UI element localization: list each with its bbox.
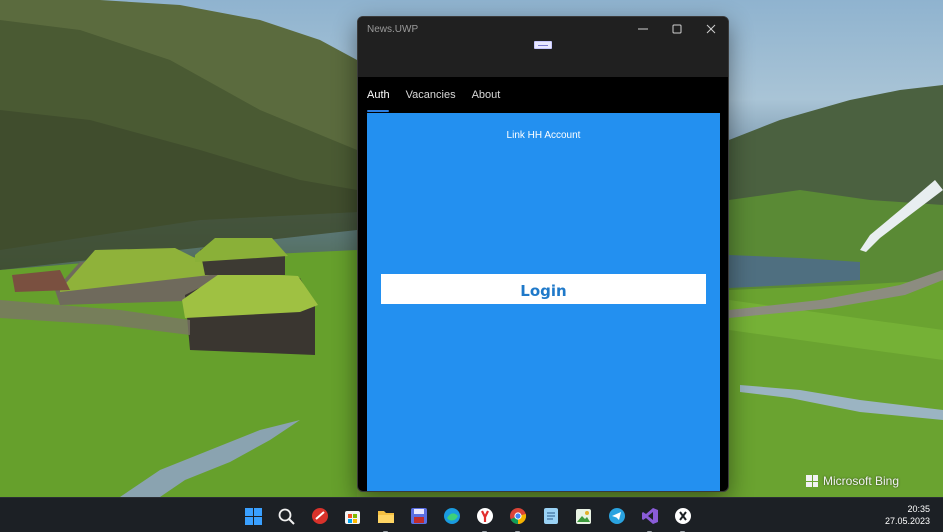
start-icon bbox=[245, 507, 262, 525]
image-editor-icon bbox=[576, 508, 591, 524]
tab-auth[interactable]: Auth bbox=[367, 77, 398, 113]
taskbar-notepad[interactable] bbox=[534, 504, 567, 528]
clock-date: 27.05.2023 bbox=[884, 516, 930, 526]
taskbar-chrome[interactable] bbox=[501, 504, 534, 532]
taskbar-xamarin[interactable] bbox=[666, 504, 699, 532]
app-window: News.UWP Auth Vacancies About Link HH Ac… bbox=[357, 16, 729, 492]
system-clock[interactable]: 20:35 27.05.2023 bbox=[885, 503, 930, 527]
pane-toggle-icon[interactable] bbox=[534, 41, 552, 49]
tab-about[interactable]: About bbox=[472, 77, 509, 113]
store-icon bbox=[345, 510, 360, 524]
watermark-text: Microsoft Bing bbox=[823, 474, 900, 488]
close-button[interactable] bbox=[694, 17, 728, 41]
auth-panel: Link HH Account Login bbox=[367, 113, 720, 491]
taskbar-image-editor[interactable] bbox=[567, 504, 600, 528]
minimize-button[interactable] bbox=[626, 17, 660, 41]
title-bar[interactable]: News.UWP bbox=[358, 17, 728, 41]
header-area bbox=[358, 41, 728, 77]
taskbar-floppy-app[interactable] bbox=[402, 504, 435, 528]
floppy-app-icon bbox=[410, 508, 427, 524]
taskbar-telegram[interactable] bbox=[600, 504, 633, 528]
clock-time: 20:35 bbox=[907, 504, 930, 514]
maximize-icon bbox=[672, 24, 682, 34]
minimize-icon bbox=[638, 28, 648, 30]
tab-bar: Auth Vacancies About bbox=[358, 77, 728, 113]
microsoft-bing-watermark: Microsoft Bing bbox=[806, 474, 899, 488]
link-account-label: Link HH Account bbox=[506, 130, 581, 141]
taskbar-yandex-browser[interactable] bbox=[468, 504, 501, 532]
chrome-icon bbox=[509, 508, 526, 525]
search-icon bbox=[278, 508, 295, 525]
taskbar-store[interactable] bbox=[336, 504, 369, 528]
login-button[interactable]: Login bbox=[381, 274, 706, 304]
tab-vacancies[interactable]: Vacancies bbox=[406, 77, 464, 113]
maximize-button[interactable] bbox=[660, 17, 694, 41]
taskbar-visual-studio[interactable] bbox=[633, 504, 666, 532]
start-button[interactable] bbox=[237, 504, 270, 528]
caption-buttons bbox=[626, 17, 728, 41]
yandex-browser-icon bbox=[476, 508, 493, 524]
telegram-icon bbox=[608, 508, 625, 524]
search-button[interactable] bbox=[270, 504, 303, 528]
taskbar: 20:35 27.05.2023 bbox=[0, 497, 943, 532]
file-explorer-icon bbox=[377, 511, 394, 523]
close-icon bbox=[706, 24, 716, 34]
taskbar-app-red[interactable] bbox=[303, 504, 336, 528]
xamarin-icon bbox=[674, 508, 691, 524]
edge-icon bbox=[443, 508, 460, 524]
visual-studio-icon bbox=[641, 508, 658, 524]
app-red-icon bbox=[311, 508, 328, 524]
taskbar-file-explorer[interactable] bbox=[369, 504, 402, 532]
bing-logo-icon bbox=[806, 475, 818, 487]
taskbar-edge[interactable] bbox=[435, 504, 468, 528]
window-title: News.UWP bbox=[367, 23, 419, 35]
notepad-icon bbox=[543, 508, 558, 524]
taskbar-icons bbox=[237, 504, 699, 532]
